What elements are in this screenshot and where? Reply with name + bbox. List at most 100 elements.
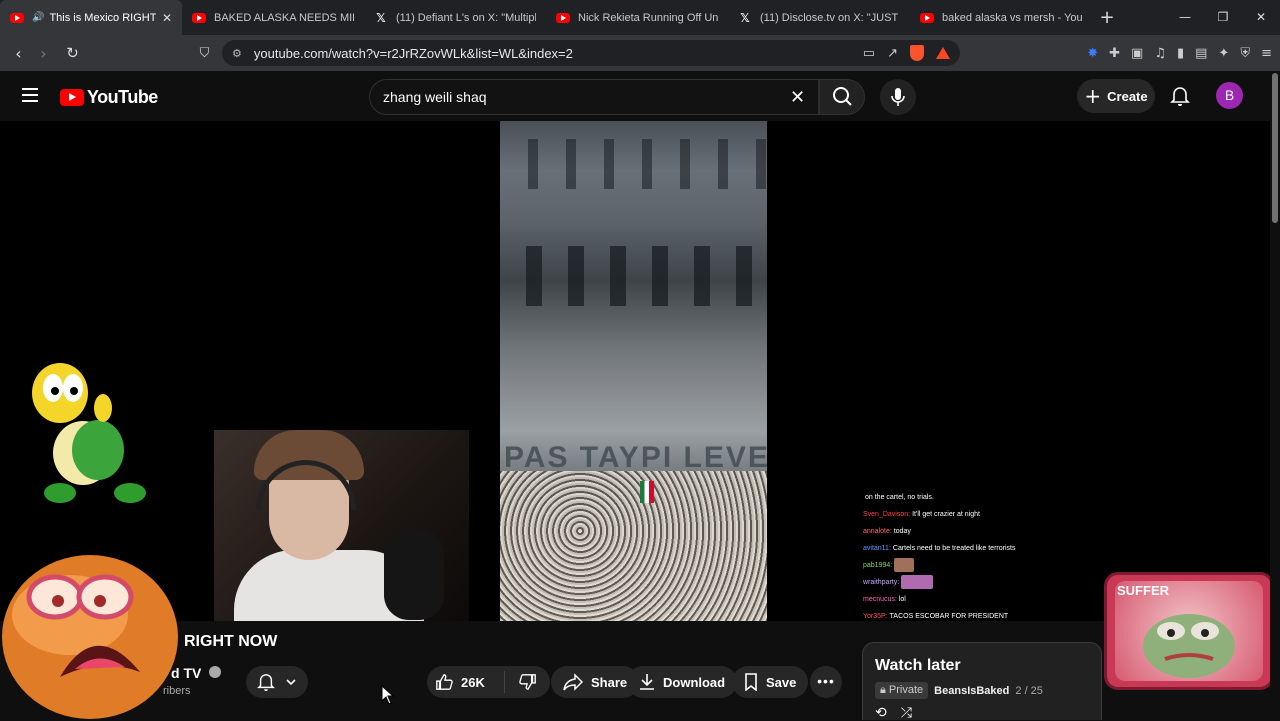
search-button[interactable]	[819, 79, 865, 115]
download-button[interactable]: Download	[627, 666, 738, 698]
youtube-play-icon	[60, 89, 84, 106]
video-title: RIGHT NOW	[184, 633, 278, 650]
search-icon	[833, 87, 852, 106]
tab-title: baked alaska vs mersh - YouTub	[942, 11, 1082, 24]
browser-tab[interactable]: Nick Rekieta Running Off Uncivi	[546, 0, 728, 35]
playlist-owner[interactable]: BeansIsBaked	[934, 685, 1009, 697]
bookmark-icon	[745, 673, 757, 691]
share-icon[interactable]: ↗	[887, 46, 898, 61]
playlist-controls: ⟲ ⤮	[875, 705, 1089, 721]
extensions-bar: ✸ ✚ ▣ ♫ ▮ ▤ ✦ ⛨ ≡	[1087, 35, 1272, 71]
browser-tab[interactable]: baked alaska vs mersh - YouTub	[910, 0, 1092, 35]
tab-title: (11) Defiant L's on X: "Multiple n	[396, 11, 536, 24]
lock-icon: 🔒︎	[880, 684, 889, 696]
search-input[interactable]	[383, 89, 763, 105]
music-icon[interactable]: ♫	[1154, 46, 1166, 61]
menu-icon[interactable]: ≡	[1261, 46, 1272, 61]
avatar[interactable]: B	[1216, 82, 1243, 109]
screenshot-icon[interactable]: ▣	[1131, 46, 1143, 61]
close-window-icon[interactable]: ✕	[1242, 0, 1280, 35]
tab-title: Nick Rekieta Running Off Uncivi	[578, 11, 718, 24]
browser-toolbar: ‹ › ↻ ⛉ ⚙ youtube.com/watch?v=r2JrRZovWL…	[0, 35, 1280, 71]
privacy-badge: 🔒︎ Private	[875, 682, 929, 699]
chat-message: Yor35P: TACOS ESCOBAR FOR PRESIDENT	[863, 613, 1009, 620]
chevron-down-icon	[286, 679, 296, 686]
new-tab-button[interactable]: +	[1092, 7, 1122, 28]
leo-icon[interactable]: ✦	[1218, 46, 1229, 61]
playlist-position: 2 / 25	[1015, 684, 1043, 697]
playlist-meta: 🔒︎ Private BeansIsBaked 2 / 25	[875, 682, 1089, 699]
loop-icon[interactable]: ⟲	[875, 705, 887, 721]
streamer-webcam	[214, 430, 469, 621]
restore-icon[interactable]: ❐	[1204, 0, 1242, 35]
minimize-icon[interactable]: —	[1166, 0, 1204, 35]
bookmark-icon[interactable]: ⛉	[192, 46, 217, 61]
close-tab-icon[interactable]: ✕	[162, 11, 172, 25]
browser-tab[interactable]: 𝕏 (11) Disclose.tv on X: "JUST IN -	[728, 0, 910, 35]
chat-message: Sven_Davison: It'll get crazier at night	[863, 511, 980, 518]
window-controls: — ❐ ✕	[1166, 0, 1280, 35]
brave-rewards-icon[interactable]	[936, 47, 950, 59]
shuffle-icon[interactable]: ⤮	[901, 705, 912, 721]
extension-icon[interactable]: ✸	[1087, 46, 1098, 61]
mouse-cursor-icon	[381, 685, 395, 705]
share-button[interactable]: Share	[551, 666, 640, 698]
reload-icon[interactable]: ↻	[60, 44, 85, 62]
browser-tab[interactable]: 𝕏 (11) Defiant L's on X: "Multiple n	[364, 0, 546, 35]
youtube-header: YouTube ✕ +Create B	[0, 71, 1280, 121]
back-arrow-icon[interactable]: ‹	[6, 44, 31, 63]
menu-icon[interactable]	[22, 88, 38, 106]
bell-icon	[1170, 87, 1190, 106]
tab-title: (11) Disclose.tv on X: "JUST IN -	[760, 11, 900, 24]
create-button[interactable]: + Create	[1077, 79, 1155, 113]
dislike-button[interactable]	[505, 673, 550, 691]
video-info: RIGHT NOW d TV ribers 26K Share Download…	[0, 621, 1280, 721]
youtube-icon	[920, 12, 934, 23]
scrollbar-thumb[interactable]	[1272, 73, 1278, 223]
youtube-icon	[556, 12, 570, 23]
brave-shields-icon[interactable]	[910, 45, 924, 61]
chat-message: pab1994:	[863, 557, 1047, 574]
thumbs-up-icon	[436, 674, 453, 690]
video-player[interactable]: PAS TAYPI LEVE on the cartel, no trials.…	[0, 121, 1270, 621]
like-count: 26K	[461, 674, 485, 690]
chat-emote	[901, 575, 934, 590]
url-text: youtube.com/watch?v=r2JrRZovWLk&list=WL&…	[253, 45, 573, 61]
youtube-logo[interactable]: YouTube	[60, 87, 158, 108]
youtube-icon	[10, 12, 24, 23]
save-button[interactable]: Save	[732, 666, 809, 698]
youtube-wordmark: YouTube	[87, 87, 158, 107]
download-icon	[640, 674, 654, 690]
playlist-title[interactable]: Watch later	[875, 657, 1089, 675]
address-bar[interactable]: ⚙ youtube.com/watch?v=r2JrRZovWLk&list=W…	[222, 40, 960, 66]
more-actions-button[interactable]: •••	[810, 666, 842, 698]
sidebar-icon[interactable]: ▮	[1177, 46, 1184, 61]
notifications-button[interactable]	[1170, 85, 1190, 112]
site-settings-icon[interactable]: ⚙	[232, 47, 242, 60]
playlist-panel[interactable]: Watch later 🔒︎ Private BeansIsBaked 2 / …	[862, 642, 1102, 721]
clear-search-icon[interactable]: ✕	[790, 87, 805, 108]
speaker-icon[interactable]: 🔊	[32, 12, 44, 23]
x-icon: 𝕏	[740, 10, 750, 25]
browser-tab-strip: 🔊 This is Mexico RIGHT NOW ✕ BAKED ALASK…	[0, 0, 1280, 35]
video-frame: PAS TAYPI LEVE	[500, 121, 768, 621]
wallet-icon[interactable]: ▤	[1195, 46, 1207, 61]
vpn-icon[interactable]: ⛨	[1240, 46, 1250, 61]
cast-icon[interactable]: ▭	[863, 46, 875, 61]
x-icon: 𝕏	[376, 10, 386, 25]
bell-icon	[257, 674, 275, 691]
chat-message: wraithparty:	[863, 574, 1047, 591]
page-scrollbar[interactable]	[1270, 71, 1280, 720]
browser-tab[interactable]: 🔊 This is Mexico RIGHT NOW ✕	[0, 0, 182, 35]
mexican-flag	[640, 481, 654, 503]
puzzle-icon[interactable]: ✚	[1109, 46, 1120, 61]
chat-message: mecnucus: lol	[863, 596, 906, 603]
like-button[interactable]: 26K	[427, 671, 505, 693]
voice-search-button[interactable]	[880, 79, 916, 115]
youtube-icon	[192, 12, 206, 23]
subscription-bell-button[interactable]	[246, 666, 308, 698]
suffer-emote: SUFFER	[1104, 572, 1274, 690]
forward-arrow-icon[interactable]: ›	[31, 44, 56, 63]
verified-icon	[209, 666, 222, 679]
browser-tab[interactable]: BAKED ALASKA NEEDS MILK! #y	[182, 0, 364, 35]
